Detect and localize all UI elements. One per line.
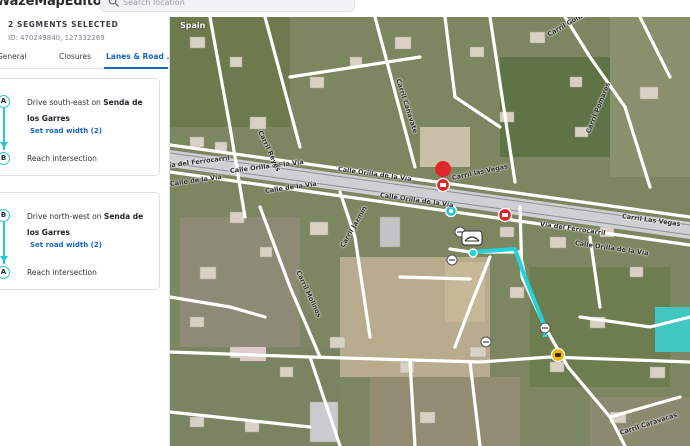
map-canvas[interactable]: Spain Vía del Ferrocarril Calle Orilla d…	[170, 17, 690, 446]
node-b-icon: B	[0, 209, 10, 222]
search-input[interactable]	[123, 0, 348, 11]
junction-node-icon	[539, 322, 551, 334]
node-a-icon: A	[0, 266, 10, 279]
panel-title: 2 SEGMENTS SELECTED	[8, 20, 119, 29]
node-b-icon: B	[0, 152, 10, 165]
panel-tabs: General Closures Lanes & Road ...	[0, 49, 175, 69]
direction-end-text: Reach intersection	[27, 154, 97, 163]
direction-card-b-to-a: B A Drive north-west on Senda de los Gar…	[0, 192, 160, 290]
active-tab-indicator	[104, 67, 168, 69]
country-label: Spain	[180, 21, 206, 30]
junction-node-icon	[480, 336, 492, 348]
direction-text: Drive north-west on	[27, 212, 102, 221]
segment-ids: ID: 470249840, 127332269	[8, 34, 105, 42]
selected-node-icon	[468, 248, 478, 258]
speed-camera-icon[interactable]	[550, 347, 566, 363]
tab-general[interactable]: General	[0, 52, 27, 61]
satellite-map[interactable]	[170, 17, 690, 446]
direction-card-a-to-b: A B Drive south-east on Senda de los Gar…	[0, 78, 160, 176]
node-a-icon: A	[0, 95, 10, 108]
arrow-down-icon	[0, 256, 8, 262]
direction-description: Drive north-west on Senda de los Garres	[27, 209, 155, 241]
segment-panel: 2 SEGMENTS SELECTED ID: 470249840, 12733…	[0, 17, 175, 446]
waze-map-editor-app: WazeMapEditor 2 SEGMENTS SELECTED ID: 47…	[0, 0, 690, 446]
arrow-down-icon	[0, 142, 8, 148]
direction-end-text: Reach intersection	[27, 268, 97, 277]
tab-lanes-road[interactable]: Lanes & Road ...	[106, 52, 175, 61]
direction-text: Drive south-east on	[27, 98, 101, 107]
junction-node-icon	[446, 254, 458, 266]
closure-marker-icon[interactable]	[497, 207, 513, 223]
app-logo: WazeMapEditor	[0, 0, 108, 9]
direction-description: Drive south-east on Senda de los Garres	[27, 95, 155, 127]
search-icon	[108, 0, 119, 7]
set-road-width-link[interactable]: Set road width (2)	[30, 127, 102, 135]
tab-closures[interactable]: Closures	[59, 52, 91, 61]
search-box[interactable]	[100, 0, 355, 12]
set-road-width-link[interactable]: Set road width (2)	[30, 241, 102, 249]
top-bar: WazeMapEditor	[0, 0, 690, 17]
bridge-marker-icon[interactable]	[461, 230, 483, 246]
